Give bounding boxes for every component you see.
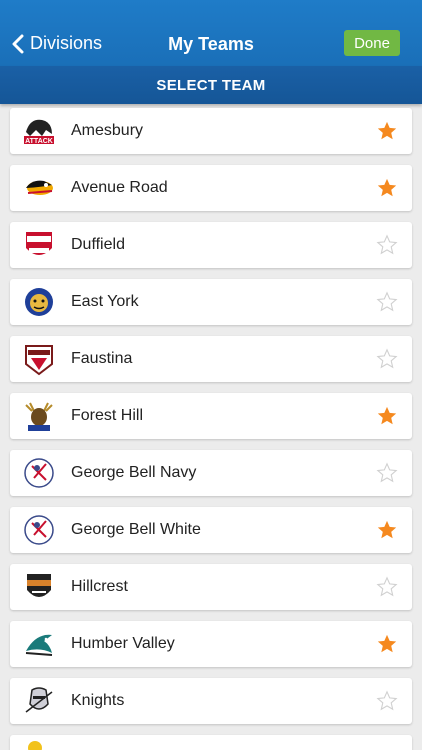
team-row[interactable]: Humber Valley: [10, 621, 412, 667]
team-name: East York: [71, 293, 139, 310]
team-logo: [22, 342, 56, 376]
star-outline-icon[interactable]: [376, 462, 398, 484]
shark-logo-icon: [25, 634, 53, 656]
team-logo: [22, 513, 56, 547]
devils-logo-icon: [26, 232, 52, 255]
star-outline-icon[interactable]: [376, 690, 398, 712]
team-logo: [22, 456, 56, 490]
team-name: Duffield: [71, 236, 125, 253]
team-logo: [22, 570, 56, 604]
star-filled-icon[interactable]: [376, 633, 398, 655]
star-filled-icon[interactable]: [376, 177, 398, 199]
team-row[interactable]: East York: [10, 279, 412, 325]
team-name: Amesbury: [71, 122, 144, 139]
team-row[interactable]: George Bell Navy: [10, 450, 412, 496]
team-logo: [22, 399, 56, 433]
done-button[interactable]: Done: [344, 30, 400, 56]
team-name: Forest Hill: [71, 407, 144, 424]
team-row[interactable]: Forest Hill: [10, 393, 412, 439]
titans-logo-icon: [24, 458, 54, 488]
moose-logo-icon: [25, 402, 53, 431]
team-logo: [22, 285, 56, 319]
star-outline-icon[interactable]: [376, 348, 398, 370]
team-logo: [22, 171, 56, 205]
star-filled-icon[interactable]: [376, 120, 398, 142]
fury-logo-icon: [25, 345, 53, 376]
svg-text:ATTACK: ATTACK: [25, 138, 53, 145]
team-name: Hillcrest: [71, 578, 128, 595]
team-logo: [22, 627, 56, 661]
team-name: Knights: [71, 692, 125, 709]
team-row[interactable]: ATTACK Amesbury: [10, 108, 412, 154]
hillcrest-logo-icon: [27, 574, 51, 597]
team-row[interactable]: George Bell White: [10, 507, 412, 553]
team-name: Humber Valley: [71, 635, 175, 652]
star-outline-icon[interactable]: [376, 291, 398, 313]
bulldog-logo-icon: [25, 288, 53, 316]
star-outline-icon[interactable]: [376, 576, 398, 598]
star-outline-icon[interactable]: [376, 234, 398, 256]
team-name: Avenue Road: [71, 179, 168, 196]
team-row[interactable]: Knights: [10, 678, 412, 724]
team-logo: ATTACK: [22, 114, 56, 148]
team-name: George Bell Navy: [71, 464, 197, 481]
attack-logo-icon: ATTACK: [24, 119, 54, 145]
section-header: SELECT TEAM: [0, 66, 422, 104]
star-filled-icon[interactable]: [376, 519, 398, 541]
team-logo: [22, 684, 56, 718]
duck-logo-icon: [26, 180, 53, 195]
team-row[interactable]: Faustina: [10, 336, 412, 382]
team-name: Faustina: [71, 350, 133, 367]
star-filled-icon[interactable]: [376, 405, 398, 427]
team-row[interactable]: Duffield: [10, 222, 412, 268]
team-row[interactable]: Hillcrest: [10, 564, 412, 610]
navigation-bar: Divisions My Teams Done: [0, 0, 422, 66]
team-logo: [22, 228, 56, 262]
team-row-partial[interactable]: [10, 735, 412, 750]
team-logo: [28, 741, 42, 750]
titans-logo-icon: [24, 515, 54, 545]
knight-logo-icon: [25, 687, 53, 713]
team-name: George Bell White: [71, 521, 201, 538]
team-row[interactable]: Avenue Road: [10, 165, 412, 211]
